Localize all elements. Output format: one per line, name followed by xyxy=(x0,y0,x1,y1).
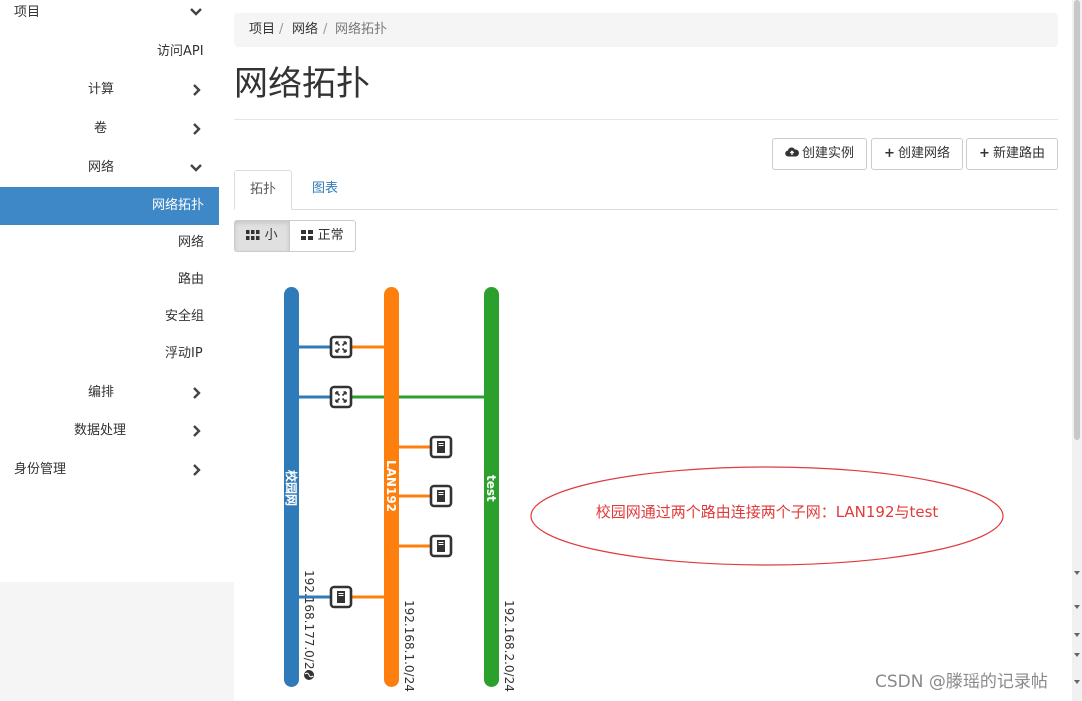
create-network-button[interactable]: + 创建网络 xyxy=(871,138,963,170)
plus-icon: + xyxy=(979,146,990,161)
breadcrumb: 项目 / 网络 / 网络拓扑 xyxy=(234,13,1058,47)
chevron-right-icon xyxy=(193,387,201,399)
create-router-button[interactable]: + 新建路由 xyxy=(966,138,1058,170)
breadcrumb-separator: / xyxy=(323,22,328,37)
divider xyxy=(234,119,1058,120)
sidebar-item-label: 身份管理 xyxy=(14,462,67,477)
sidebar-item-network-topology[interactable]: 网络拓扑 xyxy=(0,187,219,225)
network-cidr-lan192: 192.168.1.0/24 xyxy=(402,600,416,692)
scroll-down-icon[interactable] xyxy=(1074,571,1080,575)
tab-graph[interactable]: 图表 xyxy=(300,170,350,210)
sidebar-item-label: 卷 xyxy=(94,121,108,136)
sidebar-item-label: 访问API xyxy=(157,44,204,59)
chevron-right-icon xyxy=(193,123,201,135)
sidebar-item-label: 网络 xyxy=(178,235,205,250)
chevron-right-icon xyxy=(193,84,201,96)
network-topology-diagram: 校园网 LAN192 test 192.168.177.0/24 192.168… xyxy=(284,287,516,692)
breadcrumb-item-network[interactable]: 网络 xyxy=(292,13,318,47)
sidebar-item-label: 路由 xyxy=(178,272,205,287)
router-icon[interactable] xyxy=(329,335,353,359)
scroll-down-icon[interactable] xyxy=(1074,653,1080,657)
sidebar-item-floating-ips[interactable]: 浮动IP xyxy=(0,335,219,373)
create-instance-button[interactable]: 创建实例 xyxy=(772,138,867,170)
chevron-down-icon xyxy=(190,164,202,172)
sidebar-item-label: 计算 xyxy=(88,82,115,97)
grid-small-icon xyxy=(246,230,260,240)
sidebar-item-label: 网络 xyxy=(88,160,115,175)
view-normal-button[interactable]: 正常 xyxy=(289,220,356,252)
sidebar-item-label: 浮动IP xyxy=(165,346,203,361)
chevron-down-icon xyxy=(190,8,202,16)
sidebar-item-networks[interactable]: 网络 xyxy=(0,224,219,262)
annotation-text: 校园网通过两个路由连接两个子网：LAN192与test xyxy=(595,503,939,521)
sidebar-item-label: 数据处理 xyxy=(74,423,127,438)
create-instance-label: 创建实例 xyxy=(801,146,854,161)
grid-large-icon xyxy=(301,230,314,240)
instance-icon[interactable] xyxy=(329,585,353,609)
sidebar-item-orchestration[interactable]: 编排 xyxy=(0,374,219,412)
sidebar-item-routers[interactable]: 路由 xyxy=(0,261,219,299)
sidebar-item-access-api[interactable]: 访问API xyxy=(0,33,219,71)
page-title: 网络拓扑 xyxy=(234,64,370,104)
create-network-label: 创建网络 xyxy=(897,146,950,161)
sidebar-item-label: 编排 xyxy=(88,385,115,400)
chevron-right-icon xyxy=(193,425,201,437)
router-icon[interactable] xyxy=(329,385,353,409)
sidebar-item-data-processing[interactable]: 数据处理 xyxy=(0,412,219,450)
watermark: CSDN @滕瑶的记录帖 xyxy=(875,672,1048,692)
scroll-down-icon[interactable] xyxy=(1074,680,1080,684)
view-normal-label: 正常 xyxy=(317,228,344,243)
scroll-down-icon[interactable] xyxy=(1074,605,1080,609)
sidebar-item-label: 网络拓扑 xyxy=(152,198,205,213)
network-cidr-test: 192.168.2.0/24 xyxy=(502,600,516,692)
sidebar-item-compute[interactable]: 计算 xyxy=(0,71,219,109)
instance-icon[interactable] xyxy=(429,484,453,508)
scroll-down-icon[interactable] xyxy=(1074,633,1080,637)
scrollbar-thumb[interactable] xyxy=(1074,0,1080,440)
globe-icon xyxy=(304,670,314,680)
network-name-campus: 校园网 xyxy=(284,470,299,506)
sidebar-item-network[interactable]: 网络 xyxy=(0,149,219,187)
tab-topology[interactable]: 拓扑 xyxy=(234,170,292,210)
sidebar-item-project[interactable]: 项目 xyxy=(0,0,219,32)
sidebar-item-label: 安全组 xyxy=(165,309,205,324)
create-router-label: 新建路由 xyxy=(992,146,1045,161)
cloud-upload-icon xyxy=(785,147,799,157)
breadcrumb-item-project[interactable]: 项目 xyxy=(249,13,275,47)
network-cidr-campus: 192.168.177.0/24 xyxy=(302,570,316,677)
instance-icon[interactable] xyxy=(429,435,453,459)
plus-icon: + xyxy=(884,146,895,161)
sidebar-item-security-groups[interactable]: 安全组 xyxy=(0,298,219,336)
sidebar-item-identity[interactable]: 身份管理 xyxy=(0,451,219,489)
sidebar: 项目 访问API 计算 卷 网络 网络拓扑 网络 路由 安全组 浮动IP 编排 … xyxy=(0,0,219,582)
sidebar-footer-area xyxy=(0,582,234,701)
sidebar-item-volumes[interactable]: 卷 xyxy=(0,110,219,148)
chevron-right-icon xyxy=(193,464,201,476)
instance-icon[interactable] xyxy=(429,534,453,558)
network-name-lan192: LAN192 xyxy=(384,460,398,512)
tabs-divider xyxy=(234,209,1058,210)
breadcrumb-item-current: 网络拓扑 xyxy=(335,22,388,37)
view-small-label: 小 xyxy=(264,228,278,243)
network-name-test: test xyxy=(484,475,498,502)
view-small-button[interactable]: 小 xyxy=(234,220,290,252)
breadcrumb-separator: / xyxy=(279,22,284,37)
sidebar-item-label: 项目 xyxy=(14,5,41,20)
